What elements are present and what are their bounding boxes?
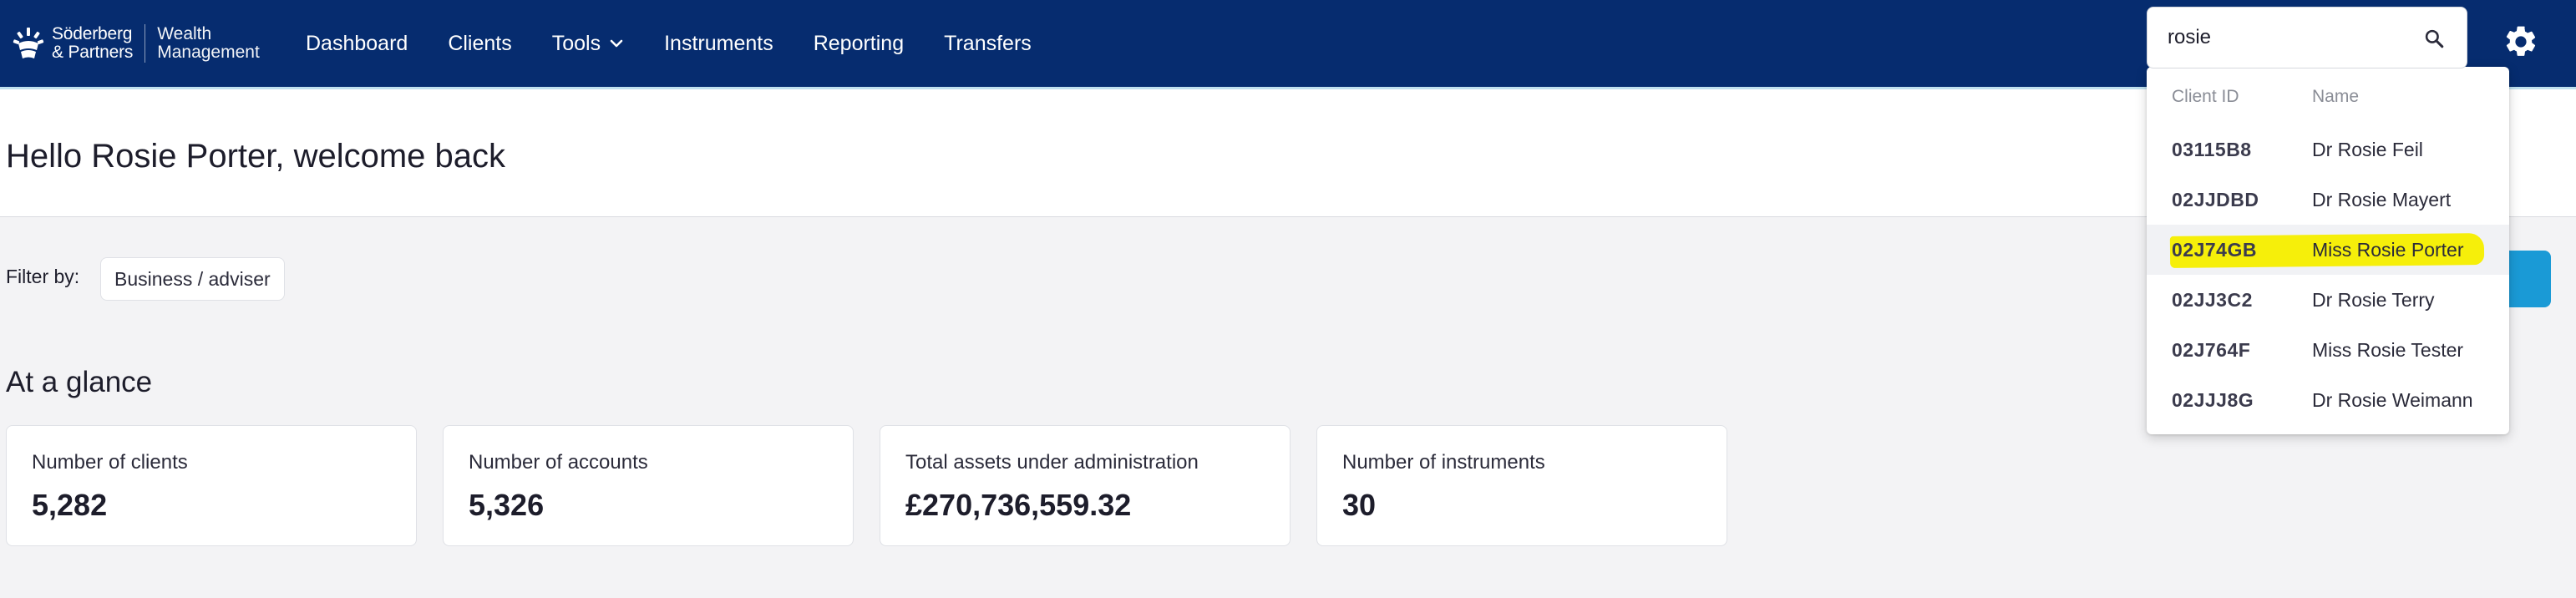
nav-transfers[interactable]: Transfers [944,32,1032,56]
stat-card-label: Number of clients [32,451,188,474]
result-name: Miss Rosie Tester [2312,338,2464,361]
brand-subtitle-line1: Wealth [157,24,212,43]
result-client-id: 02JJJ8G [2172,388,2254,411]
nav-clients[interactable]: Clients [448,32,511,56]
stat-card-assets: Total assets under administration £270,7… [880,425,1291,546]
search-icon[interactable] [2423,28,2445,49]
nav-reporting[interactable]: Reporting [814,32,904,56]
stat-card-accounts: Number of accounts 5,326 [443,425,854,546]
brand-logo[interactable]: Söderberg & Partners Wealth Management [12,18,260,68]
result-name: Dr Rosie Terry [2312,288,2435,311]
result-name: Dr Rosie Mayert [2312,188,2452,210]
brand-subtitle: Wealth Management [157,25,260,62]
result-client-id: 02JJ3C2 [2172,288,2253,311]
result-name: Dr Rosie Feil [2312,138,2423,160]
chevron-down-icon [610,39,623,48]
nav-reporting-label: Reporting [813,31,905,55]
nav-instruments[interactable]: Instruments [664,32,773,56]
at-a-glance-title: At a glance [6,366,153,398]
main-nav: Dashboard Clients Tools Instruments Repo… [306,0,1072,87]
result-name: Dr Rosie Weimann [2312,388,2473,411]
search-input[interactable] [2168,26,2418,49]
nav-dashboard[interactable]: Dashboard [306,32,408,56]
search-result-row[interactable]: 02JJ3C2 Dr Rosie Terry [2147,275,2509,325]
search-result-row-highlighted[interactable]: 02J74GB Miss Rosie Porter [2147,225,2509,275]
search-result-row[interactable]: 02JJDBD Dr Rosie Mayert [2147,175,2509,225]
search-result-row[interactable]: 03115B8 Dr Rosie Feil [2147,124,2509,175]
filter-label: Filter by: [6,266,80,287]
nav-transfers-label: Transfers [944,31,1032,55]
result-name: Miss Rosie Porter [2312,238,2464,261]
brand-name-line2: & Partners [52,43,134,62]
filter-value: Business / adviser [114,267,271,290]
stat-card-value: 30 [1342,488,1377,522]
results-header-name: Name [2312,87,2360,106]
nav-tools-label: Tools [551,31,601,55]
stat-card-label: Total assets under administration [905,451,1199,474]
client-search-box [2147,7,2467,68]
stat-card-label: Number of instruments [1342,451,1545,474]
results-header-client-id: Client ID [2172,87,2239,106]
settings-gear-icon[interactable] [2502,23,2539,60]
stat-card-clients: Number of clients 5,282 [6,425,417,546]
result-client-id: 02J764F [2172,338,2251,361]
brand-emblem-icon [13,28,44,58]
search-result-row[interactable]: 02JJJ8G Dr Rosie Weimann [2147,375,2509,425]
stat-card-label: Number of accounts [469,451,648,474]
filter-business-adviser[interactable]: Business / adviser [100,257,285,301]
result-client-id: 02J74GB [2172,238,2257,261]
brand-name: Söderberg & Partners [52,25,133,62]
stat-card-instruments: Number of instruments 30 [1316,425,1727,546]
stat-card-value: 5,282 [32,488,108,522]
results-header: Client ID Name [2147,87,2509,120]
brand-name-line1: Söderberg [52,24,133,43]
stat-card-value: £270,736,559.32 [905,488,1132,522]
nav-instruments-label: Instruments [664,31,773,55]
welcome-message: Hello Rosie Porter, welcome back [6,138,506,175]
nav-clients-label: Clients [448,31,512,55]
stat-card-value: 5,326 [469,488,545,522]
nav-tools[interactable]: Tools [552,32,624,56]
result-client-id: 02JJDBD [2172,188,2259,210]
search-result-row[interactable]: 02J764F Miss Rosie Tester [2147,325,2509,375]
result-client-id: 03115B8 [2172,138,2252,160]
nav-dashboard-label: Dashboard [306,31,408,55]
search-results-dropdown: Client ID Name 03115B8 Dr Rosie Feil 02J… [2147,67,2509,434]
brand-subtitle-line2: Management [157,43,260,62]
